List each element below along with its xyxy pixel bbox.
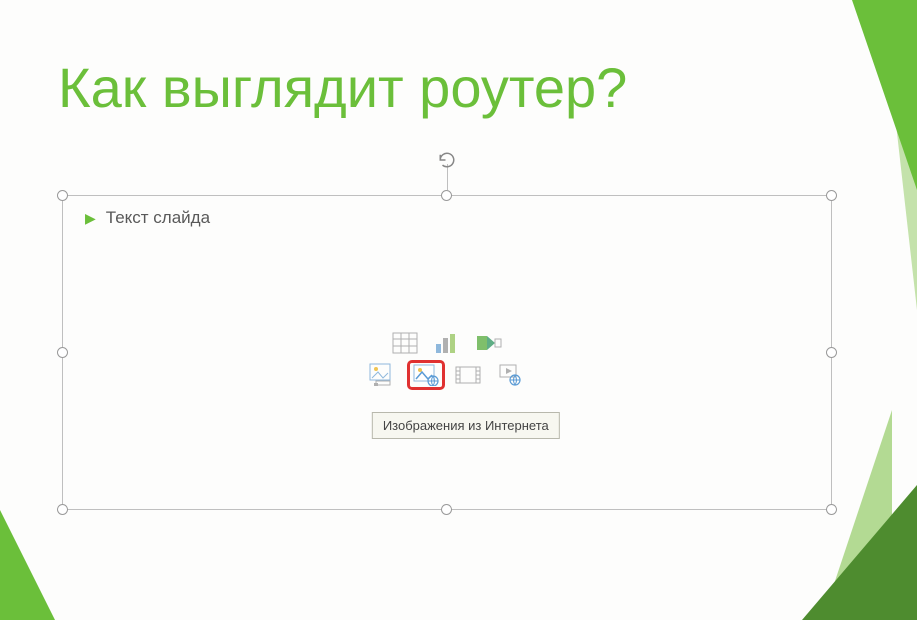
icon-row-bottom <box>368 363 526 387</box>
placeholder-bullet-row[interactable]: ▶ Текст слайда <box>85 208 210 228</box>
resize-handle-w[interactable] <box>57 347 68 358</box>
resize-handle-se[interactable] <box>826 504 837 515</box>
placeholder-text: Текст слайда <box>106 208 210 228</box>
resize-handle-n[interactable] <box>441 190 452 201</box>
content-icon-grid <box>368 331 526 387</box>
resize-handle-sw[interactable] <box>57 504 68 515</box>
rotate-handle-icon[interactable] <box>437 150 457 170</box>
slide-title[interactable]: Как выглядит роутер? <box>58 55 627 120</box>
icon-row-top <box>389 331 505 355</box>
bullet-arrow-icon: ▶ <box>85 210 96 227</box>
insert-table-icon[interactable] <box>389 331 421 355</box>
tooltip: Изображения из Интернета <box>372 412 560 439</box>
insert-online-picture-icon[interactable] <box>410 363 442 387</box>
insert-online-video-icon[interactable] <box>494 363 526 387</box>
resize-handle-ne[interactable] <box>826 190 837 201</box>
insert-chart-icon[interactable] <box>431 331 463 355</box>
resize-handle-nw[interactable] <box>57 190 68 201</box>
decoration-triangle-top-right-dark <box>852 0 917 190</box>
resize-handle-e[interactable] <box>826 347 837 358</box>
resize-handle-s[interactable] <box>441 504 452 515</box>
insert-smartart-icon[interactable] <box>473 331 505 355</box>
content-placeholder[interactable]: ▶ Текст слайда <box>62 195 832 510</box>
insert-video-icon[interactable] <box>452 363 484 387</box>
decoration-triangle-bottom-left <box>0 510 55 620</box>
insert-picture-icon[interactable] <box>368 363 400 387</box>
